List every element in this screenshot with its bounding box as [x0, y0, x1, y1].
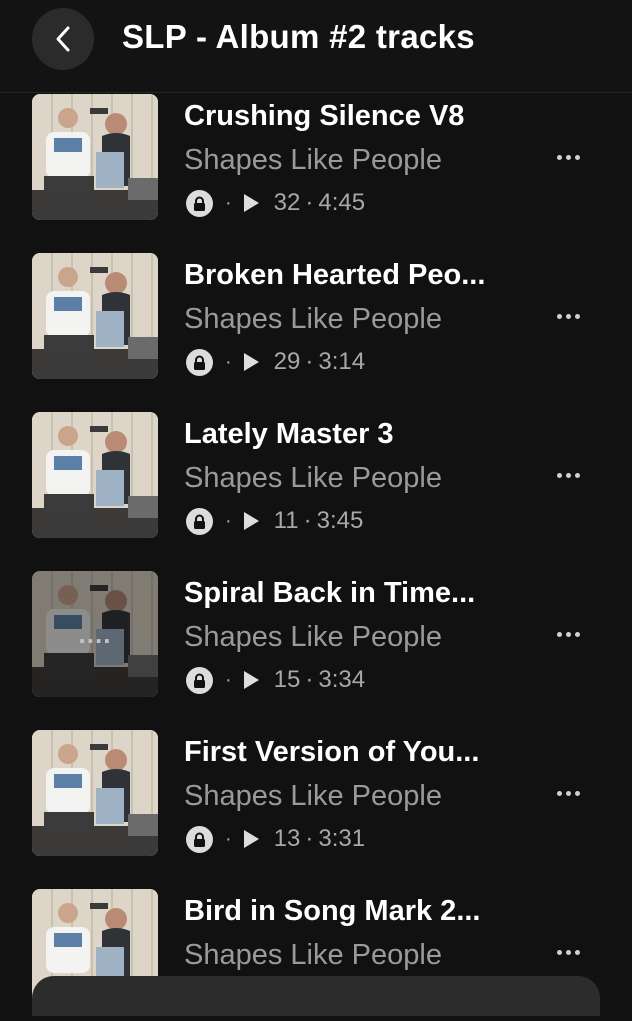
- album-photo: [32, 253, 158, 379]
- track-artist: Shapes Like People: [184, 303, 442, 335]
- track-row[interactable]: .... Spiral Back in Time... Shapes Like …: [0, 571, 632, 703]
- top-bar: SLP - Album #2 tracks: [0, 0, 632, 93]
- lock-icon: [186, 666, 213, 694]
- separator-dot: ·: [225, 191, 232, 214]
- track-duration: 3:31: [318, 825, 366, 852]
- album-photo: [32, 730, 158, 856]
- more-options-button[interactable]: [552, 780, 584, 806]
- more-options-button[interactable]: [552, 462, 584, 488]
- album-photo: [32, 412, 158, 538]
- lock-icon: [186, 189, 213, 217]
- track-duration: 3:14: [318, 348, 366, 375]
- more-options-button[interactable]: [552, 939, 584, 965]
- play-icon: [243, 671, 259, 689]
- album-art: [32, 730, 158, 856]
- album-photo: [32, 94, 158, 220]
- track-meta: · 15 · 3:34: [186, 665, 365, 695]
- lock-icon: [186, 348, 213, 376]
- album-art: [32, 253, 158, 379]
- more-horizontal-icon: [556, 154, 562, 160]
- play-count: 11: [273, 507, 299, 534]
- track-title: Spiral Back in Time...: [184, 577, 476, 609]
- play-icon: [243, 830, 259, 848]
- separator-dot: ·: [305, 666, 314, 693]
- play-icon: [243, 194, 259, 212]
- play-count: 29: [273, 348, 301, 375]
- chevron-left-icon: [56, 26, 70, 52]
- bottom-sheet[interactable]: [32, 976, 600, 1016]
- track-title: Broken Hearted Peo...: [184, 259, 486, 291]
- track-artist: Shapes Like People: [184, 462, 442, 494]
- track-meta: · 11 · 3:45: [186, 506, 363, 536]
- more-horizontal-icon: [556, 631, 562, 637]
- play-icon: [243, 353, 259, 371]
- album-art: ....: [32, 571, 158, 697]
- track-row[interactable]: Broken Hearted Peo... Shapes Like People…: [0, 253, 632, 385]
- separator-dot: ·: [303, 507, 312, 534]
- track-title: First Version of You...: [184, 736, 480, 768]
- back-button[interactable]: [32, 8, 94, 70]
- more-horizontal-icon: [556, 472, 562, 478]
- more-options-button[interactable]: [552, 303, 584, 329]
- track-duration: 4:45: [318, 189, 366, 216]
- separator-dot: ·: [225, 827, 232, 850]
- album-art: [32, 94, 158, 220]
- more-options-button[interactable]: [552, 621, 584, 647]
- page-title: SLP - Album #2 tracks: [122, 18, 475, 55]
- separator-dot: ·: [225, 509, 232, 532]
- track-title: Bird in Song Mark 2...: [184, 895, 481, 927]
- track-artist: Shapes Like People: [184, 621, 442, 653]
- separator-dot: ·: [225, 350, 232, 373]
- play-count: 13: [273, 825, 301, 852]
- lock-icon: [186, 507, 213, 535]
- play-count: 32: [273, 189, 301, 216]
- track-duration: 3:45: [316, 507, 364, 534]
- track-meta: · 32 · 4:45: [186, 188, 365, 218]
- play-count: 15: [273, 666, 301, 693]
- album-art: [32, 412, 158, 538]
- track-duration: 3:34: [318, 666, 366, 693]
- track-row[interactable]: First Version of You... Shapes Like Peop…: [0, 730, 632, 862]
- loading-overlay: ....: [32, 571, 158, 697]
- more-horizontal-icon: [556, 313, 562, 319]
- track-artist: Shapes Like People: [184, 144, 442, 176]
- track-artist: Shapes Like People: [184, 939, 442, 971]
- separator-dot: ·: [225, 668, 232, 691]
- more-horizontal-icon: [556, 790, 562, 796]
- lock-icon: [186, 825, 213, 853]
- play-icon: [243, 512, 259, 530]
- track-meta: · 13 · 3:31: [186, 824, 365, 854]
- track-row[interactable]: Crushing Silence V8 Shapes Like People ·…: [0, 94, 632, 226]
- track-title: Lately Master 3: [184, 418, 394, 450]
- separator-dot: ·: [305, 825, 314, 852]
- track-row[interactable]: Lately Master 3 Shapes Like People · 11 …: [0, 412, 632, 544]
- more-horizontal-icon: [556, 949, 562, 955]
- track-artist: Shapes Like People: [184, 780, 442, 812]
- track-meta: · 29 · 3:14: [186, 347, 365, 377]
- track-title: Crushing Silence V8: [184, 100, 465, 132]
- separator-dot: ·: [305, 348, 314, 375]
- more-options-button[interactable]: [552, 144, 584, 170]
- separator-dot: ·: [305, 189, 314, 216]
